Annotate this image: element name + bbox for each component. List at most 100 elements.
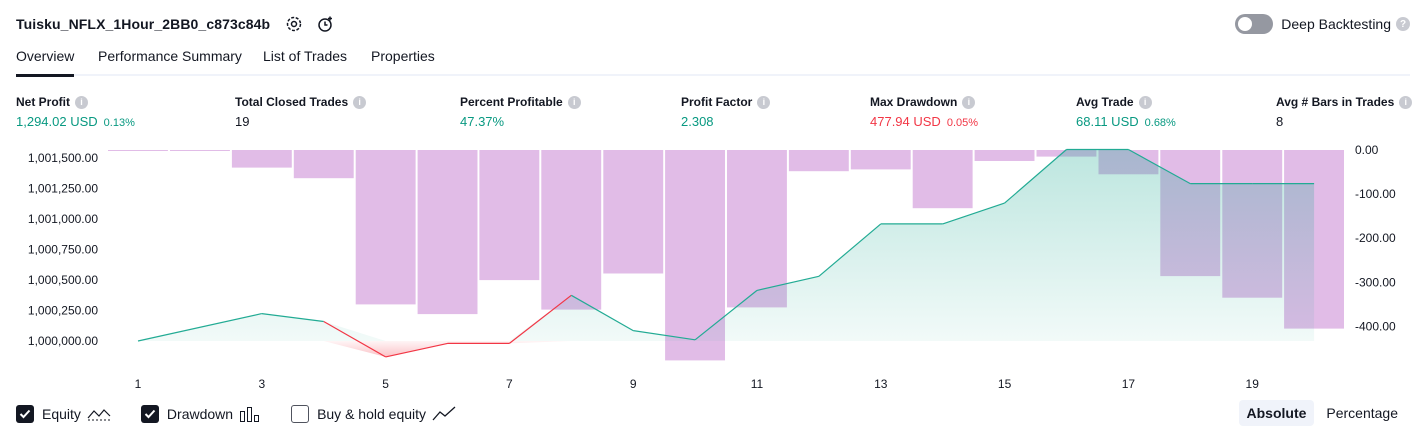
- help-icon[interactable]: ?: [1396, 17, 1410, 31]
- chart-legend: Equity Drawdown Buy & hold equity: [16, 402, 486, 426]
- left-axis-tick-label: 1,000,250.00: [28, 304, 98, 318]
- x-axis-tick-label: 19: [1246, 377, 1260, 391]
- metric-avg-trade: Avg Trade i 68.11 USD 0.68%: [1076, 94, 1176, 129]
- drawdown-bar: [293, 150, 354, 179]
- title-row: Tuisku_NFLX_1Hour_2BB0_c873c84b: [16, 12, 336, 36]
- left-axis-tick-label: 1,001,500.00: [28, 151, 98, 165]
- tab-list-of-trades[interactable]: List of Trades: [263, 48, 347, 74]
- info-icon[interactable]: i: [567, 95, 581, 109]
- equity-area-negative: [138, 341, 1315, 357]
- x-axis-tick-label: 7: [506, 377, 513, 391]
- metric-value-text: 19: [235, 114, 250, 129]
- drawdown-bar: [417, 150, 478, 315]
- x-axis-tick-label: 15: [998, 377, 1012, 391]
- toggle-knob: [1238, 17, 1253, 31]
- drawdown-bar: [231, 150, 292, 168]
- buy-hold-checkbox[interactable]: [291, 405, 310, 423]
- tab-properties[interactable]: Properties: [371, 48, 435, 74]
- info-icon[interactable]: i: [1399, 95, 1413, 109]
- metric-label-text: Avg # Bars in Trades: [1276, 95, 1395, 109]
- tab-overview[interactable]: Overview: [16, 48, 75, 77]
- metric-label-text: Total Closed Trades: [235, 95, 349, 109]
- drawdown-bar: [912, 150, 973, 209]
- x-axis-tick-label: 11: [751, 377, 764, 391]
- left-axis-tick-label: 1,000,000.00: [28, 334, 98, 348]
- metric-label-text: Percent Profitable: [460, 95, 563, 109]
- left-axis-tick-label: 1,000,500.00: [28, 273, 98, 287]
- metric-percent: 0.68%: [1144, 117, 1176, 129]
- percentage-mode-button[interactable]: Percentage: [1318, 400, 1406, 426]
- x-axis-tick-label: 5: [382, 377, 389, 391]
- right-axis-tick-label: -300.00: [1355, 275, 1396, 289]
- drawdown-bar: [788, 150, 849, 172]
- metric-percent: 0.05%: [946, 117, 979, 129]
- metric-label: Total Closed Trades i: [235, 94, 367, 110]
- buy-hold-line-icon: [432, 406, 456, 422]
- metric-value-text: 47.37%: [460, 114, 505, 129]
- metric-label-text: Max Drawdown: [870, 95, 958, 109]
- drawdown-bar: [479, 150, 540, 281]
- tab-bar: Overview Performance Summary List of Tra…: [16, 42, 1410, 77]
- legend-buy-hold-equity[interactable]: Buy & hold equity: [291, 405, 456, 423]
- deep-backtesting-toggle[interactable]: [1235, 14, 1274, 34]
- metric-profit-factor: Profit Factor i 2.308: [681, 94, 771, 129]
- legend-drawdown[interactable]: Drawdown: [140, 405, 261, 423]
- x-axis-tick-label: 13: [874, 377, 888, 391]
- deep-backtesting: Deep Backtesting ?: [1235, 12, 1410, 36]
- info-icon[interactable]: i: [1138, 95, 1152, 109]
- drawdown-bar: [108, 150, 168, 151]
- equity-line-icon: [87, 407, 111, 421]
- source-code-icon[interactable]: [316, 14, 336, 34]
- legend-drawdown-label: Drawdown: [166, 406, 234, 422]
- metric-label-text: Profit Factor: [681, 95, 753, 109]
- metric-value-text: 68.11 USD: [1076, 114, 1139, 129]
- settings-icon[interactable]: [284, 14, 304, 34]
- equity-area-positive: [138, 149, 1315, 341]
- legend-equity-label: Equity: [42, 406, 81, 422]
- x-axis: 1 3 5 7 9 11 13 15 17 19: [135, 377, 1260, 391]
- drawdown-bars-icon: [239, 406, 261, 422]
- metric-label: Avg Trade i: [1076, 94, 1176, 110]
- x-axis-tick-label: 3: [258, 377, 265, 391]
- tab-performance-summary[interactable]: Performance Summary: [98, 48, 242, 74]
- legend-equity[interactable]: Equity: [16, 405, 111, 423]
- drawdown-bar: [355, 150, 416, 305]
- metric-value: 8: [1276, 114, 1412, 129]
- equity-checkbox[interactable]: [16, 405, 34, 423]
- metric-net-profit: Net Profit i 1,294.02 USD 0.13%: [16, 94, 135, 129]
- metric-label: Avg # Bars in Trades i: [1276, 94, 1413, 110]
- right-axis-tick-label: -100.00: [1355, 187, 1396, 201]
- metric-avg-bars-in-trades: Avg # Bars in Trades i 8: [1276, 94, 1413, 129]
- legend-buy-hold-label: Buy & hold equity: [317, 406, 427, 422]
- metric-percent: 0.13%: [103, 117, 135, 129]
- metric-value-text: 8: [1276, 114, 1284, 129]
- left-axis-tick-label: 1,001,250.00: [28, 182, 98, 196]
- left-axis-tick-label: 1,000,750.00: [28, 243, 98, 257]
- x-axis-tick-label: 17: [1122, 377, 1136, 391]
- drawdown-bar: [850, 150, 911, 170]
- metric-value: 2.308: [681, 114, 770, 129]
- metric-value: 47.37%: [460, 114, 581, 129]
- drawdown-bar: [541, 150, 602, 310]
- metric-label: Max Drawdown i: [870, 94, 978, 110]
- drawdown-bar: [603, 150, 664, 274]
- info-icon[interactable]: i: [353, 95, 367, 109]
- info-icon[interactable]: i: [75, 95, 88, 109]
- x-axis-tick-label: 9: [630, 377, 637, 391]
- left-axis-tick-label: 1,001,000.00: [28, 212, 98, 226]
- drawdown-bar: [727, 150, 787, 308]
- equity-area: [138, 149, 1315, 357]
- absolute-mode-button[interactable]: Absolute: [1238, 400, 1315, 426]
- metric-value: 1,294.02 USD 0.13%: [16, 114, 135, 129]
- drawdown-checkbox[interactable]: [140, 405, 159, 423]
- right-axis-tick-label: 0.00: [1355, 143, 1379, 157]
- drawdown-bar: [974, 150, 1035, 161]
- metric-value: 19: [235, 114, 366, 129]
- info-icon[interactable]: i: [962, 95, 976, 109]
- metric-percent-profitable: Percent Profitable i 47.37%: [460, 94, 581, 129]
- info-icon[interactable]: i: [757, 95, 771, 109]
- right-axis: 0.00 -100.00 -200.00 -300.00 -400.00: [1355, 143, 1396, 333]
- equity-drawdown-chart[interactable]: 1,001,500.00 1,001,250.00 1,001,000.00 1,00…: [0, 140, 1424, 400]
- view-mode-switch: Absolute Percentage: [1238, 400, 1407, 426]
- metric-label: Profit Factor i: [681, 94, 771, 110]
